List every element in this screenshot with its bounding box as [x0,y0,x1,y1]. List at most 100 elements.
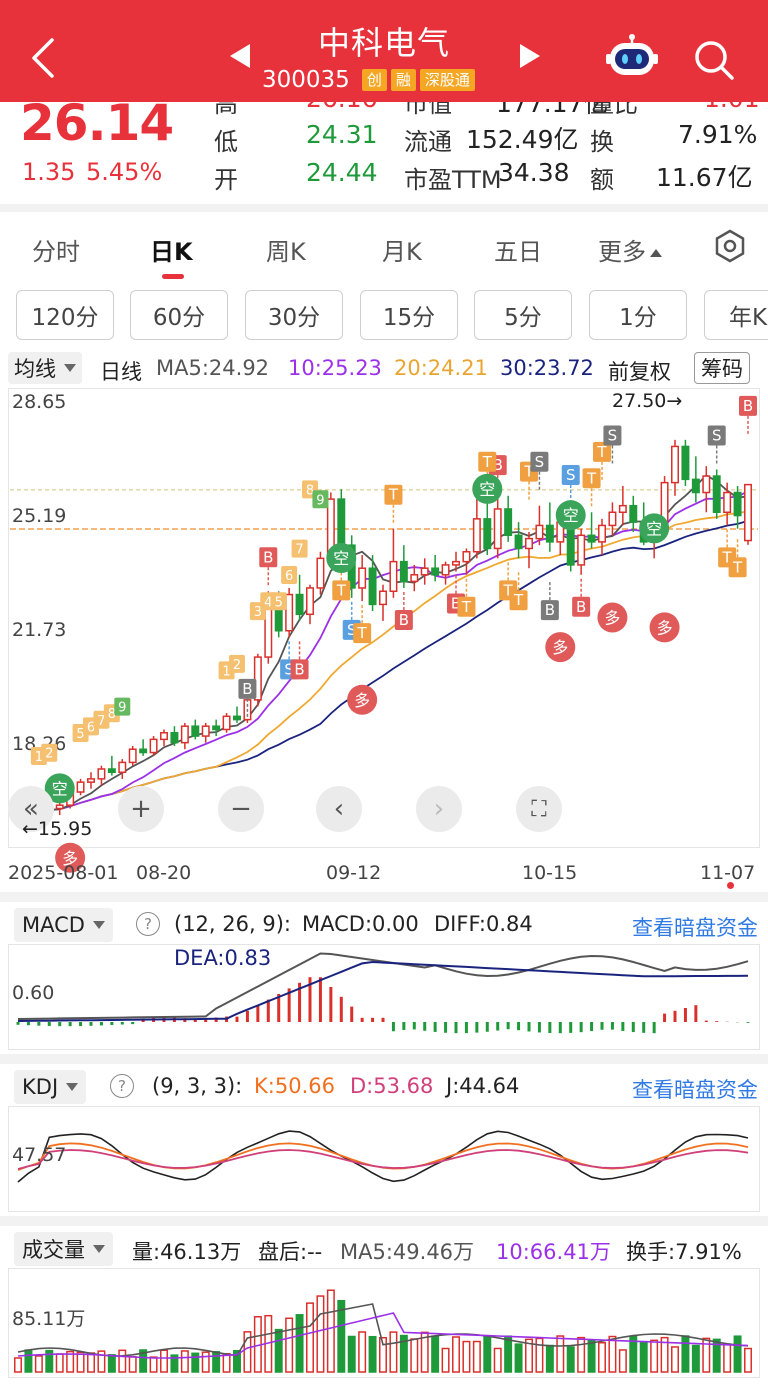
volume-bar [326,1289,335,1373]
volume-bar [608,1335,617,1373]
volume-select[interactable]: 成交量 [14,1232,113,1266]
vol-ma10: 10:66.41万 [496,1240,611,1264]
indicator-select[interactable]: 均线 [8,352,82,384]
top-bar: 中科电气 300035 创 融 深股通 [0,0,768,102]
volume-bar [639,1342,648,1373]
dark-pool-link[interactable]: 查看暗盘资金 [632,912,758,942]
trade-signal-label: T [388,486,399,504]
adjust-select[interactable]: 前复权 [608,356,671,386]
search-icon[interactable] [692,38,736,82]
buy-signal-label: B [263,548,273,566]
macd-select[interactable]: MACD [14,908,113,942]
scroll-right-button[interactable]: › [416,786,462,832]
stock-code: 300035 [262,67,350,93]
volume-bar [441,1347,450,1373]
macd-label: MACD [22,913,85,937]
kdj-select[interactable]: KDJ [14,1070,87,1104]
candle-body [712,475,721,514]
candle-body [118,761,127,774]
candle-body [577,534,586,566]
candle-body [337,498,346,546]
period-tabs: 分时 日K 周K 月K 五日 更多 [0,212,768,284]
help-icon[interactable]: ? [110,1074,134,1098]
trade-signal-label: T [513,591,524,609]
volume-bar [316,1295,325,1373]
volume-bar [295,1314,304,1373]
prev-stock-icon[interactable] [230,44,250,68]
volume-bar [118,1349,127,1373]
value-float: 152.49亿 [466,125,579,154]
volume-bar [347,1335,356,1373]
volume-chart[interactable] [0,1268,768,1378]
next-stock-icon[interactable] [520,44,540,68]
duo-signal-label: 多 [354,691,370,710]
candle-body [452,560,460,566]
chip-button[interactable]: 筹码 [694,352,750,384]
buy-signal-label: B [545,601,555,619]
btn-5min[interactable]: 5分 [474,290,572,340]
tab-more[interactable]: 更多 [598,232,662,267]
dark-pool-link[interactable]: 查看暗盘资金 [632,1074,758,1104]
zoom-in-button[interactable]: + [118,786,164,832]
settings-icon[interactable] [712,228,748,264]
candle-body [618,504,627,514]
kdj-chart[interactable] [0,1106,768,1212]
volume-bar [389,1331,398,1373]
divider [0,1216,768,1226]
candle-body [410,574,419,583]
candle-body [76,781,85,793]
caret-down-icon [66,1083,79,1091]
candle-body [295,593,304,616]
duo-signal-label: 多 [657,618,673,637]
turnover-value: 换手:7.91% [626,1240,742,1264]
volume-bar [566,1346,575,1373]
candle-body [358,567,367,589]
fullscreen-button[interactable]: ⛶ [516,786,562,832]
x-tick-2: 08-20 [136,862,192,884]
robot-assistant-icon[interactable] [606,34,658,80]
dea-line [17,960,749,1022]
candle-body [139,748,148,754]
x-tick-start: 2025-08-01 [8,862,119,884]
help-icon[interactable]: ? [136,912,160,936]
after-hours-value: 盘后:-- [258,1240,323,1264]
buy-signal-label: B [242,680,252,698]
volume-bar [107,1354,116,1373]
kdj-label: KDJ [22,1075,59,1099]
volume-bar [577,1336,586,1373]
volume-bar [723,1343,732,1373]
volume-bar [556,1335,565,1373]
scroll-left-button[interactable]: ‹ [316,786,362,832]
volume-bar [671,1346,679,1373]
macd-chart[interactable] [0,944,768,1050]
setup-count-label: 2 [45,747,53,762]
setup-count-label: 2 [233,658,241,673]
volume-bar [34,1355,43,1373]
tab-daily-k[interactable]: 日K [150,232,193,267]
duo-signal-label: 多 [604,609,620,628]
btn-120min[interactable]: 120分 [16,290,114,340]
tab-monthly-k[interactable]: 月K [382,232,422,267]
btn-60min[interactable]: 60分 [130,290,228,340]
btn-15min[interactable]: 15分 [360,290,458,340]
tab-weekly-k[interactable]: 周K [266,232,306,267]
buy-signal-label: B [294,660,304,678]
btn-30min[interactable]: 30分 [245,290,343,340]
value-amount: 11.67亿 [656,163,753,192]
ma30-label: 30:23.72 [500,356,594,380]
candle-body [587,534,596,543]
setup-count-label: 9 [118,701,126,716]
zoom-out-button[interactable]: − [218,786,264,832]
volume-bar [160,1349,168,1373]
buy-signal-label: B [576,598,586,616]
tab-five-day[interactable]: 五日 [494,232,542,267]
d-value: D:53.68 [350,1074,434,1098]
trade-signal-label: T [482,453,493,471]
btn-year-k[interactable]: 年K [704,290,768,340]
volume-bar [128,1356,137,1373]
kline-chart[interactable]: 28.6525.1921.7318.26BBS BTS TTBBTB TTSS TTSB… [0,388,768,873]
candle-body [233,715,241,721]
candle-body [285,593,294,632]
tab-fenshi[interactable]: 分时 [32,232,80,267]
btn-1min[interactable]: 1分 [589,290,687,340]
